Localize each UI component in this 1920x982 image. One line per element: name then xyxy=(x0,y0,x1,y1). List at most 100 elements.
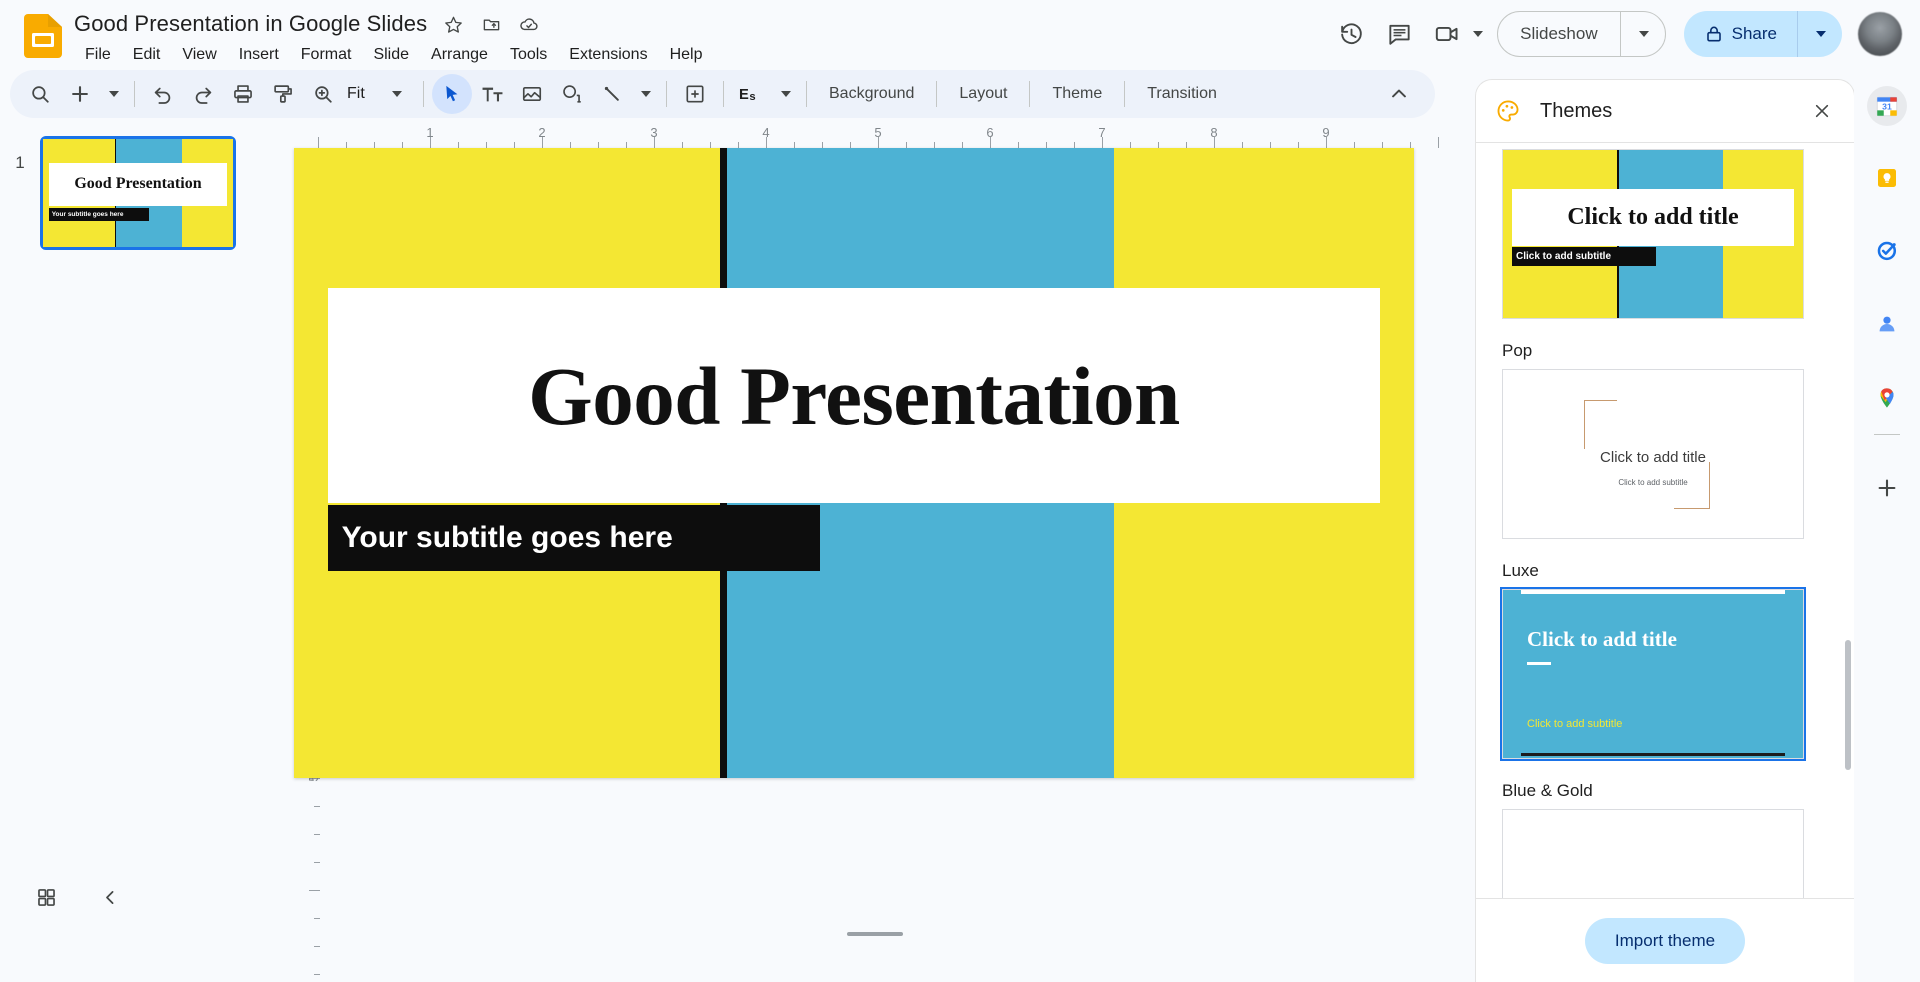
menu-help[interactable]: Help xyxy=(659,42,714,68)
menu-extensions[interactable]: Extensions xyxy=(558,42,658,68)
import-theme-button[interactable]: Import theme xyxy=(1584,917,1746,964)
insert-image-icon[interactable] xyxy=(512,74,552,114)
theme-luxe-title: Click to add title xyxy=(1527,626,1677,651)
ruler-tick xyxy=(314,974,320,975)
cloud-saved-icon[interactable] xyxy=(517,12,541,36)
comment-history-icon[interactable] xyxy=(1375,10,1423,58)
slide-subtitle-placeholder[interactable]: Your subtitle goes here xyxy=(327,504,821,571)
menu-slide[interactable]: Slide xyxy=(362,42,420,68)
google-maps-icon[interactable] xyxy=(1867,378,1907,418)
theme-card-geometric[interactable]: Click to add title Click to add subtitle xyxy=(1502,149,1804,319)
move-to-folder-icon[interactable] xyxy=(479,12,503,36)
select-tool-icon[interactable] xyxy=(432,74,472,114)
google-keep-icon[interactable] xyxy=(1867,158,1907,198)
slideshow-label: Slideshow xyxy=(1520,24,1598,43)
luxe-top-rule xyxy=(1521,590,1785,594)
ruler-tick xyxy=(318,137,319,148)
themes-panel: Themes Geometric Click to add title xyxy=(1476,80,1854,982)
layout-button[interactable]: Layout xyxy=(945,75,1021,113)
slide-thumbnail[interactable]: Good Presentation Your subtitle goes her… xyxy=(40,136,236,250)
line-icon[interactable] xyxy=(592,74,632,114)
main-toolbar: Fit E s Background Layout Theme Transiti… xyxy=(10,70,1435,118)
menu-file[interactable]: File xyxy=(74,42,122,68)
menu-edit[interactable]: Edit xyxy=(122,42,172,68)
theme-luxe-subtitle: Click to add subtitle xyxy=(1527,717,1623,730)
grid-view-icon[interactable] xyxy=(26,877,66,917)
menu-tools[interactable]: Tools xyxy=(499,42,558,68)
filmstrip-slide-1[interactable]: 1 Good Presentation Your subtitle goes h… xyxy=(0,136,294,256)
document-title[interactable]: Good Presentation in Google Slides xyxy=(74,11,427,37)
search-icon[interactable] xyxy=(20,74,60,114)
menu-view[interactable]: View xyxy=(171,42,227,68)
new-slide-chevron-down-icon[interactable] xyxy=(100,74,126,114)
theme-geometric-subtitle: Click to add subtitle xyxy=(1516,251,1612,263)
theme-pop-preview: Click to add title Click to add subtitle xyxy=(1503,370,1803,538)
thumb-title-text: Good Presentation xyxy=(74,175,202,193)
print-icon[interactable] xyxy=(223,74,263,114)
transition-es-icon[interactable]: E s xyxy=(732,74,772,114)
ruler-number: 9 xyxy=(1322,125,1330,140)
collapse-toolbar-icon[interactable] xyxy=(1379,74,1419,114)
toolbar-divider-3 xyxy=(666,81,667,107)
avatar[interactable] xyxy=(1858,12,1902,56)
paint-format-icon[interactable] xyxy=(263,74,303,114)
version-history-icon[interactable] xyxy=(1327,10,1375,58)
video-camera-icon[interactable] xyxy=(1423,10,1471,58)
lock-icon xyxy=(1704,24,1724,44)
slideshow-chevron-down-icon[interactable] xyxy=(1621,12,1665,56)
add-ons-plus-icon[interactable] xyxy=(1867,468,1907,508)
slide-title-placeholder[interactable]: Good Presentation xyxy=(327,288,1381,503)
zoom-chevron-down-icon[interactable] xyxy=(383,74,409,114)
google-slides-logo-icon[interactable] xyxy=(24,14,62,58)
theme-card-pop[interactable]: Click to add title Click to add subtitle xyxy=(1502,369,1804,539)
google-contacts-icon[interactable] xyxy=(1867,304,1907,344)
theme-card-blue-gold[interactable] xyxy=(1502,809,1804,898)
new-slide-icon[interactable] xyxy=(60,74,100,114)
preview-subtitle-band: Click to add subtitle xyxy=(1512,247,1656,266)
slide-stage: Good Presentation Your subtitle goes her… xyxy=(294,148,1456,962)
menu-format[interactable]: Format xyxy=(290,42,363,68)
ruler-number: 2 xyxy=(538,125,546,140)
menu-insert[interactable]: Insert xyxy=(228,42,290,68)
theme-pop-subtitle: Click to add subtitle xyxy=(1618,477,1688,487)
transition-button[interactable]: Transition xyxy=(1133,75,1231,113)
theme-card-luxe[interactable]: Click to add title Click to add subtitle xyxy=(1502,589,1804,759)
line-chevron-down-icon[interactable] xyxy=(632,74,658,114)
collapse-filmstrip-icon[interactable] xyxy=(90,877,130,917)
menu-arrange[interactable]: Arrange xyxy=(420,42,499,68)
google-tasks-icon[interactable] xyxy=(1867,230,1907,270)
undo-icon[interactable] xyxy=(143,74,183,114)
meet-chevron-down-icon[interactable] xyxy=(1473,31,1484,37)
slideshow-button[interactable]: Slideshow xyxy=(1497,11,1666,57)
active-slide-canvas[interactable]: Good Presentation Your subtitle goes her… xyxy=(294,148,1414,778)
themes-panel-scrollbar[interactable] xyxy=(1845,640,1851,770)
zoom-icon[interactable] xyxy=(303,74,343,114)
themes-list: Geometric Click to add title Click to ad… xyxy=(1476,143,1854,898)
toolbar-divider-7 xyxy=(1029,81,1031,107)
themes-panel-header: Themes xyxy=(1476,80,1854,142)
share-button[interactable]: Share xyxy=(1683,11,1842,57)
share-chevron-down-icon[interactable] xyxy=(1798,12,1842,56)
toolbar-divider-1 xyxy=(134,81,135,107)
close-icon[interactable] xyxy=(1806,95,1838,127)
themes-scroll-region[interactable]: Geometric Click to add title Click to ad… xyxy=(1476,143,1854,898)
google-slides-app: Good Presentation in Google Slides File … xyxy=(0,0,1920,982)
themes-panel-footer: Import theme xyxy=(1476,898,1854,982)
google-calendar-icon[interactable]: 31 xyxy=(1867,86,1907,126)
zoom-level[interactable]: Fit xyxy=(343,85,383,103)
speaker-notes-resize-handle[interactable] xyxy=(847,932,903,936)
insert-table-icon[interactable] xyxy=(675,74,715,114)
slide-filmstrip: 1 Good Presentation Your subtitle goes h… xyxy=(0,122,294,930)
meet-call-button[interactable] xyxy=(1423,10,1484,58)
toolbar-divider-2 xyxy=(423,81,424,107)
theme-button[interactable]: Theme xyxy=(1038,75,1116,113)
shape-icon[interactable] xyxy=(552,74,592,114)
background-button[interactable]: Background xyxy=(815,75,928,113)
text-box-icon[interactable] xyxy=(472,74,512,114)
star-icon[interactable] xyxy=(441,12,465,36)
redo-icon[interactable] xyxy=(183,74,223,114)
ruler-number: 6 xyxy=(986,125,994,140)
transition-es-chevron-down-icon[interactable] xyxy=(772,74,798,114)
thumb-subtitle-band: Your subtitle goes here xyxy=(48,208,150,222)
horizontal-ruler[interactable]: 1 2 3 4 5 6 7 8 9 xyxy=(294,122,1456,148)
